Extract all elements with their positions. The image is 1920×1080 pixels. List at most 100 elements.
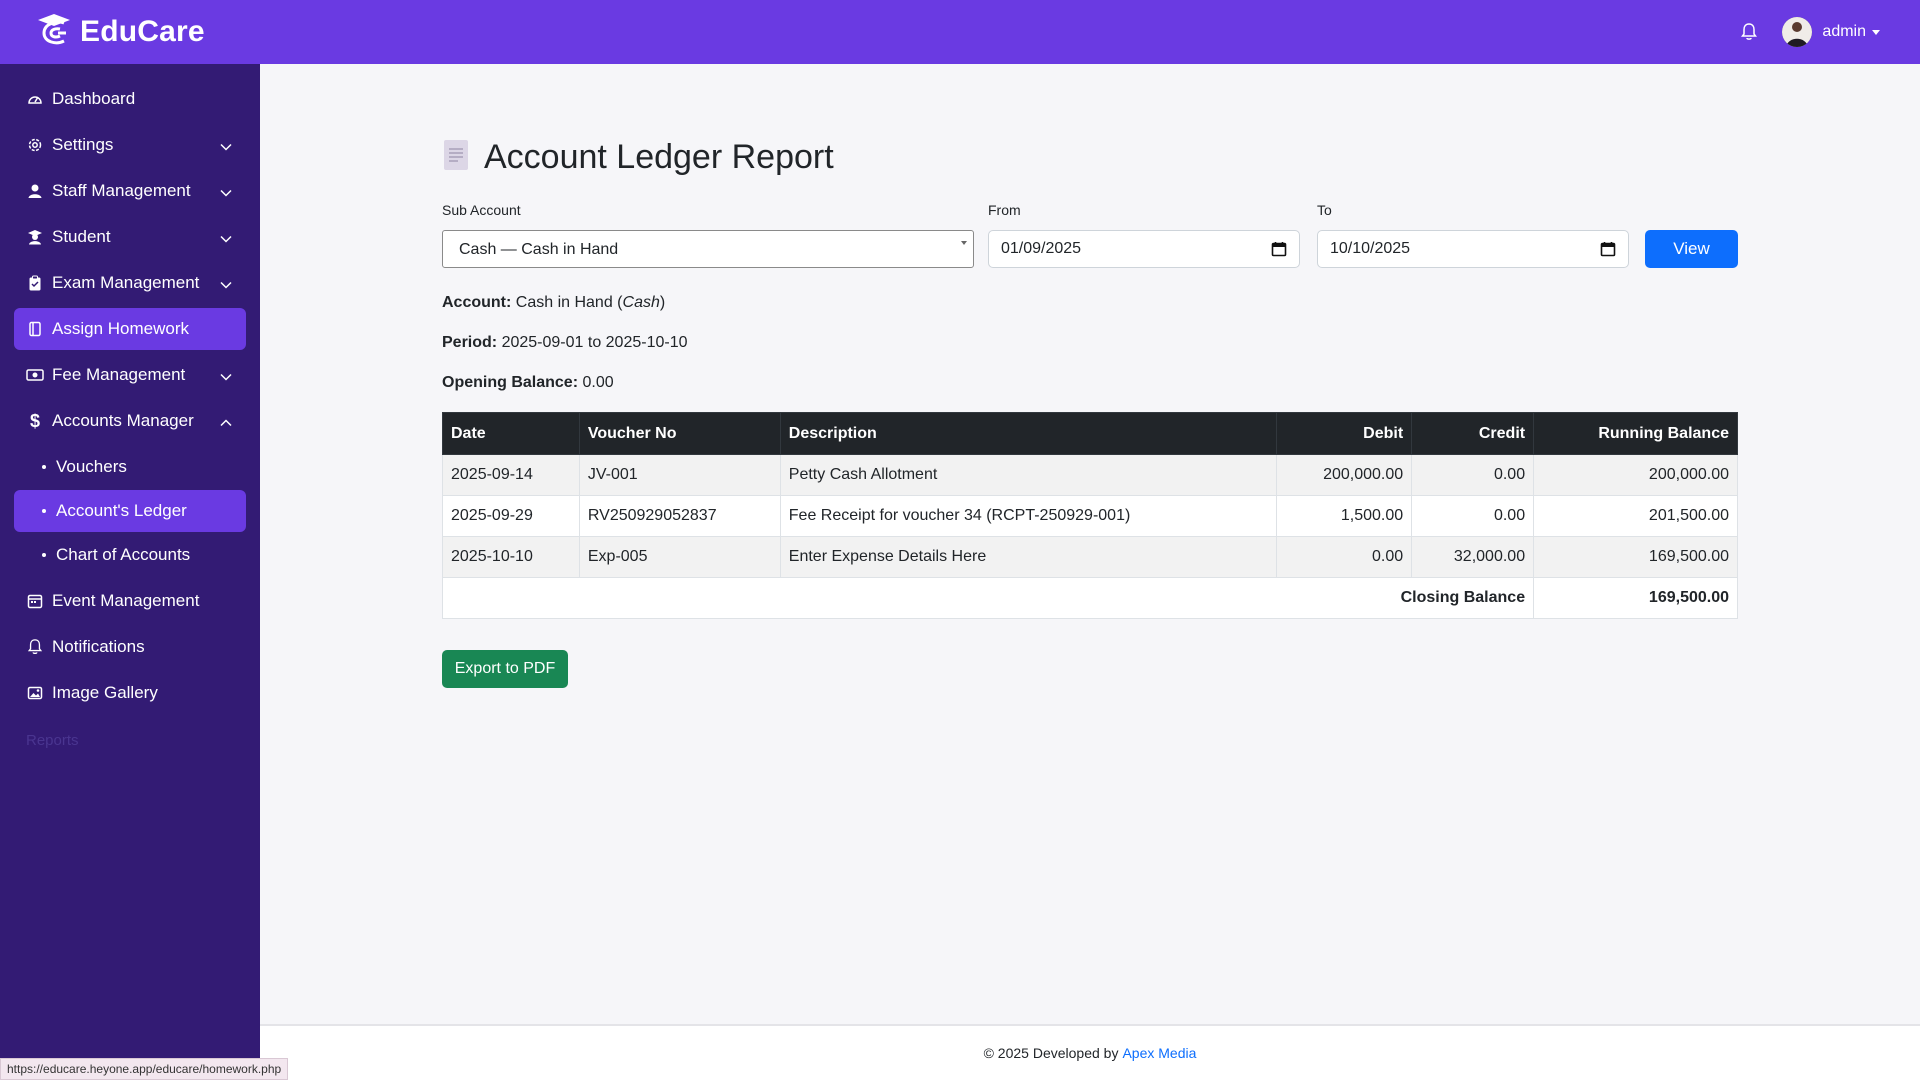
- chevron-down-icon: [220, 368, 232, 388]
- footer-link[interactable]: Apex Media: [1122, 1045, 1196, 1061]
- calendar-icon[interactable]: [1600, 241, 1616, 262]
- column-header-running-balance: Running Balance: [1533, 412, 1738, 455]
- cell-credit: 32,000.00: [1411, 536, 1535, 578]
- top-navbar: EduCare admin: [0, 0, 1920, 64]
- to-date-input[interactable]: 10/10/2025: [1317, 230, 1629, 268]
- browser-status-url: https://educare.heyone.app/educare/homew…: [0, 1058, 289, 1080]
- cell-date: 2025-09-29: [442, 495, 580, 537]
- to-date-value: 10/10/2025: [1330, 240, 1411, 257]
- period-info: Period: 2025-09-01 to 2025-10-10: [442, 334, 688, 352]
- sidebar: Dashboard Settings Staff Management Stud…: [0, 64, 260, 1080]
- sidebar-subitem-vouchers[interactable]: Vouchers: [14, 446, 246, 488]
- period-value: 2025-09-01 to 2025-10-10: [501, 334, 688, 351]
- chevron-down-icon: [220, 276, 232, 296]
- sub-account-value: Cash — Cash in Hand: [459, 241, 619, 258]
- table-row: 2025-09-29 RV250929052837 Fee Receipt fo…: [442, 495, 1738, 537]
- cell-debit: 200,000.00: [1276, 454, 1413, 496]
- column-header-voucher-no: Voucher No: [578, 412, 781, 455]
- account-code: Cash: [622, 294, 660, 311]
- dollar-icon: $: [29, 410, 40, 431]
- sidebar-item-label: Exam Management: [52, 273, 200, 292]
- brand-name: EduCare: [80, 15, 205, 48]
- sidebar-item-settings[interactable]: Settings: [14, 124, 246, 166]
- sidebar-faded-item: Reports: [26, 732, 79, 749]
- sidebar-item-fee-management[interactable]: Fee Management: [14, 354, 246, 396]
- sidebar-item-staff-management[interactable]: Staff Management: [14, 170, 246, 212]
- sidebar-subitem-label: Account's Ledger: [56, 501, 187, 520]
- column-header-description: Description: [779, 412, 1278, 455]
- from-date-input[interactable]: 01/09/2025: [988, 230, 1300, 268]
- cell-voucher-no: JV-001: [578, 454, 781, 496]
- column-header-date: Date: [442, 412, 580, 455]
- image-icon: [26, 684, 44, 702]
- sidebar-item-label: Event Management: [52, 591, 200, 610]
- user-menu[interactable]: admin: [1822, 23, 1880, 41]
- user-icon: [26, 182, 44, 200]
- sidebar-subitem-chart-of-accounts[interactable]: Chart of Accounts: [14, 534, 246, 576]
- calendar-icon: [26, 592, 44, 610]
- ledger-table: Date Voucher No Description Debit Credit…: [441, 412, 1738, 619]
- cell-credit: 0.00: [1411, 495, 1535, 537]
- table-row: 2025-09-14 JV-001 Petty Cash Allotment 2…: [442, 454, 1738, 496]
- cell-credit: 0.00: [1411, 454, 1535, 496]
- sidebar-item-event-management[interactable]: Event Management: [14, 580, 246, 622]
- calendar-icon[interactable]: [1271, 241, 1287, 262]
- chevron-down-icon: [220, 230, 232, 250]
- column-header-credit: Credit: [1411, 412, 1535, 455]
- sidebar-item-label: Assign Homework: [52, 319, 189, 338]
- table-row: 2025-10-10 Exp-005 Enter Expense Details…: [442, 536, 1738, 578]
- notification-bell-icon[interactable]: [1738, 21, 1760, 43]
- cell-description: Petty Cash Allotment: [779, 454, 1278, 496]
- opening-balance-label: Opening Balance:: [442, 374, 579, 391]
- document-icon: [442, 138, 472, 177]
- sidebar-item-label: Fee Management: [52, 365, 186, 384]
- to-label: To: [1317, 202, 1332, 218]
- money-icon: [26, 366, 44, 384]
- graduation-cap-logo-icon: [34, 12, 74, 53]
- sidebar-item-accounts-manager[interactable]: $ Accounts Manager: [14, 400, 246, 442]
- cell-running-balance: 200,000.00: [1533, 454, 1738, 496]
- chevron-down-icon: [220, 138, 232, 158]
- sidebar-item-dashboard[interactable]: Dashboard: [14, 78, 246, 120]
- sidebar-item-student[interactable]: Student: [14, 216, 246, 258]
- brand-logo[interactable]: EduCare: [34, 12, 205, 53]
- cell-running-balance: 169,500.00: [1533, 536, 1738, 578]
- sub-account-select[interactable]: Cash — Cash in Hand: [442, 230, 974, 268]
- view-button[interactable]: View: [1645, 230, 1738, 268]
- bullet-icon: [42, 509, 46, 513]
- cell-date: 2025-10-10: [442, 536, 580, 578]
- period-label: Period:: [442, 334, 498, 351]
- sidebar-subitem-label: Chart of Accounts: [56, 545, 191, 564]
- column-header-debit: Debit: [1276, 412, 1413, 455]
- caret-down-icon: [1872, 29, 1880, 35]
- sidebar-item-exam-management[interactable]: Exam Management: [14, 262, 246, 304]
- user-name: admin: [1822, 23, 1866, 40]
- sidebar-item-image-gallery[interactable]: Image Gallery: [14, 672, 246, 714]
- sidebar-item-assign-homework[interactable]: Assign Homework: [14, 308, 246, 350]
- sidebar-item-label: Image Gallery: [52, 683, 158, 702]
- cell-voucher-no: Exp-005: [578, 536, 781, 578]
- sidebar-item-label: Student: [52, 227, 111, 246]
- sidebar-item-label: Staff Management: [52, 181, 191, 200]
- sidebar-item-label: Settings: [52, 135, 114, 154]
- export-pdf-button[interactable]: Export to PDF: [442, 650, 568, 688]
- sidebar-item-notifications[interactable]: Notifications: [14, 626, 246, 668]
- cell-running-balance: 201,500.00: [1533, 495, 1738, 537]
- sidebar-subitem-label: Vouchers: [56, 457, 127, 476]
- sidebar-item-label: Notifications: [52, 637, 145, 656]
- closing-balance-label: Closing Balance: [441, 577, 1535, 619]
- select-arrow-icon: [961, 241, 967, 245]
- closing-balance-row: Closing Balance 169,500.00: [441, 577, 1738, 619]
- account-label: Account:: [442, 294, 512, 311]
- sidebar-subitem-accounts-ledger[interactable]: Account's Ledger: [14, 490, 246, 532]
- bullet-icon: [42, 465, 46, 469]
- user-avatar[interactable]: [1782, 17, 1813, 47]
- book-icon: [26, 320, 44, 338]
- account-value: Cash in Hand: [515, 294, 613, 311]
- chevron-down-icon: [220, 184, 232, 204]
- chevron-up-icon: [220, 414, 232, 434]
- closing-balance-value: 169,500.00: [1533, 577, 1738, 619]
- main-content: Account Ledger Report Sub Account Cash —…: [260, 64, 1920, 1024]
- sidebar-item-label: Dashboard: [52, 89, 136, 108]
- gear-icon: [26, 136, 44, 154]
